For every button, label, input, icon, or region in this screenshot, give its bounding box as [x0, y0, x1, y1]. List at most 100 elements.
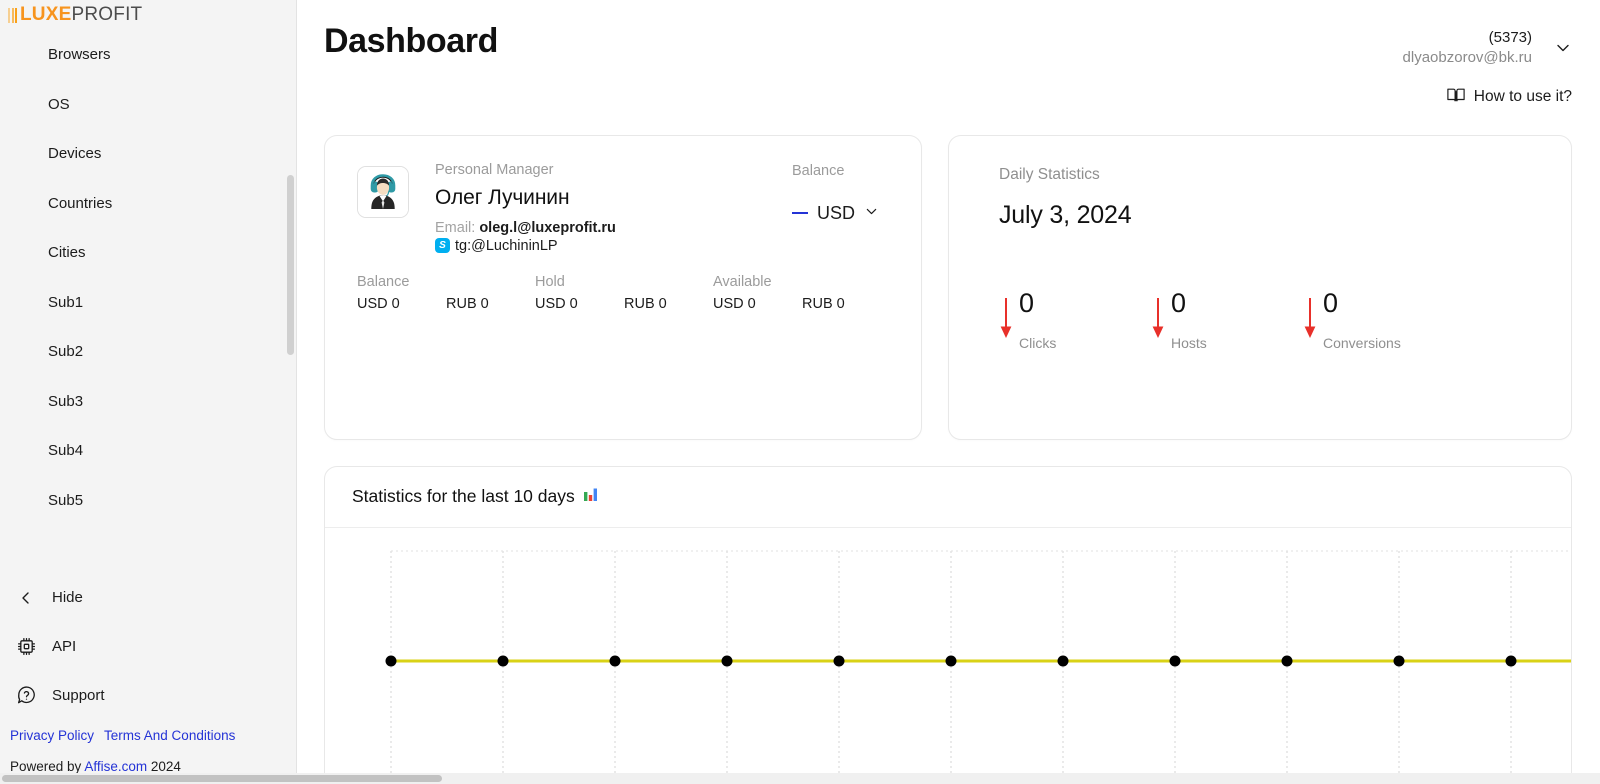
- sidebar-hide-button[interactable]: Hide: [0, 573, 296, 622]
- sidebar-vertical-scrollbar[interactable]: [287, 175, 294, 355]
- avatar: [357, 165, 409, 218]
- sidebar-api-label: API: [52, 638, 77, 655]
- main-content: Dashboard (5373) dlyaobzorov@bk.ru How t…: [297, 0, 1600, 784]
- chevron-left-icon: [14, 586, 38, 610]
- privacy-policy-link[interactable]: Privacy Policy: [10, 728, 94, 743]
- page-title: Dashboard: [324, 22, 498, 60]
- down-arrow-icon: [1151, 297, 1165, 345]
- manager-email-label: Email:: [435, 219, 476, 236]
- how-to-use-button[interactable]: How to use it?: [1447, 87, 1572, 108]
- top-bar: Dashboard (5373) dlyaobzorov@bk.ru: [324, 0, 1572, 69]
- sidebar-item-label: OS: [48, 95, 70, 113]
- sidebar-item-sub1[interactable]: Sub1: [0, 278, 296, 328]
- sidebar-item-devices[interactable]: Devices: [0, 129, 296, 179]
- chart-plot-area[interactable]: [325, 528, 1571, 784]
- hold-group-label-spacer: [624, 274, 713, 290]
- how-to-use-row: How to use it?: [324, 87, 1572, 108]
- app-root: LUXE PROFIT Browsers OS Devices Countries…: [0, 0, 1600, 784]
- available-usd-value: USD 0: [713, 295, 756, 312]
- sidebar-hide-label: Hide: [52, 589, 83, 606]
- chevron-down-icon: [864, 203, 879, 224]
- currency-select-value: USD: [816, 202, 855, 223]
- metric-label: Conversions: [1323, 334, 1401, 351]
- sidebar-item-os[interactable]: OS: [0, 80, 296, 130]
- sidebar-item-support[interactable]: Support: [0, 671, 296, 720]
- balance-group-label: Balance: [357, 273, 410, 290]
- daily-statistics-label: Daily Statistics: [999, 165, 1100, 183]
- sidebar-item-cities[interactable]: Cities: [0, 228, 296, 278]
- currency-select[interactable]: USD: [791, 202, 879, 224]
- sidebar-item-label: Countries: [48, 194, 113, 212]
- hold-group-label: Hold: [535, 273, 565, 290]
- metric-label: Clicks: [1019, 334, 1057, 351]
- personal-manager-card: Personal Manager Олег Лучинин Email: ole…: [324, 134, 922, 440]
- terms-and-conditions-link[interactable]: Terms And Conditions: [104, 728, 235, 743]
- sidebar-item-api[interactable]: API: [0, 622, 296, 671]
- user-email: dlyaobzorov@bk.ru: [1402, 49, 1532, 67]
- how-to-use-label: How to use it?: [1473, 88, 1572, 105]
- chip-icon: [14, 635, 38, 659]
- skype-icon: S: [435, 238, 450, 253]
- manager-messenger-value: tg:@LuchininLP: [455, 237, 558, 254]
- sidebar-item-label: Sub5: [48, 491, 84, 509]
- sidebar-item-label: Sub2: [48, 343, 84, 361]
- scrollbar-thumb[interactable]: [2, 775, 442, 782]
- powered-by-year: 2024: [150, 759, 181, 774]
- balance-usd-value: USD 0: [357, 295, 400, 312]
- sidebar-footer: Hide API Support Privacy Policy Terms An…: [0, 573, 296, 784]
- balance-rub-value: RUB 0: [446, 295, 489, 312]
- sidebar-item-sub4[interactable]: Sub4: [0, 426, 296, 476]
- manager-email-row: Email: oleg.l@luxeprofit.ru: [435, 220, 616, 236]
- metric-clicks: 0 Clicks: [999, 287, 1151, 351]
- metric-value: 0: [1019, 287, 1035, 318]
- balance-header-label: Balance: [791, 162, 845, 179]
- chevron-down-icon[interactable]: [1554, 39, 1572, 57]
- manager-name: Олег Лучинин: [435, 185, 570, 209]
- sidebar-item-sub2[interactable]: Sub2: [0, 327, 296, 377]
- down-arrow-icon: [1303, 297, 1317, 345]
- metric-value: 0: [1323, 287, 1339, 318]
- down-arrow-icon: [999, 297, 1013, 345]
- logo-text-secondary: PROFIT: [71, 4, 143, 25]
- logo-bars-icon: [8, 7, 17, 23]
- page-horizontal-scrollbar[interactable]: [0, 773, 1600, 784]
- sidebar-support-label: Support: [52, 687, 105, 704]
- sidebar-item-label: Sub1: [48, 293, 84, 311]
- available-group-label: Available: [713, 273, 772, 290]
- chart-gridlines: [390, 550, 1512, 784]
- powered-by-prefix: Powered by: [10, 759, 82, 774]
- sidebar-item-label: Devices: [48, 145, 102, 163]
- daily-metrics: 0 Clicks 0 Hosts 0 Conversions: [999, 287, 1571, 351]
- hold-rub-value: RUB 0: [624, 295, 667, 312]
- available-group-label-spacer: [802, 274, 891, 290]
- balance-currency-block: Balance USD: [791, 162, 879, 224]
- sidebar-item-sub5[interactable]: Sub5: [0, 476, 296, 526]
- statistics-chart-card: Statistics for the last 10 days: [324, 465, 1572, 784]
- sidebar-item-label: Cities: [48, 244, 86, 262]
- available-rub-value: RUB 0: [802, 295, 845, 312]
- metric-value: 0: [1171, 287, 1187, 318]
- metric-hosts: 0 Hosts: [1151, 287, 1303, 351]
- user-menu[interactable]: (5373) dlyaobzorov@bk.ru: [1403, 22, 1572, 69]
- affise-link[interactable]: Affise.com: [84, 759, 147, 774]
- sidebar-nav: Browsers OS Devices Countries Cities Sub…: [0, 26, 296, 573]
- manager-messenger-row[interactable]: S tg:@LuchininLP: [435, 238, 616, 254]
- chart-header: Statistics for the last 10 days: [325, 467, 1571, 528]
- brand-logo[interactable]: LUXE PROFIT: [0, 0, 296, 26]
- line-chart-svg: [385, 550, 1571, 784]
- sidebar-legal-links: Privacy Policy Terms And Conditions: [0, 720, 296, 749]
- hold-usd-value: USD 0: [535, 295, 578, 312]
- sidebar-item-countries[interactable]: Countries: [0, 179, 296, 229]
- metric-conversions: 0 Conversions: [1303, 287, 1455, 351]
- chart-title: Statistics for the last 10 days: [352, 486, 575, 506]
- sidebar-item-sub3[interactable]: Sub3: [0, 377, 296, 427]
- manager-role-label: Personal Manager: [435, 161, 554, 178]
- balance-grid: Balance Hold Available USD 0 RUB 0 USD 0…: [357, 274, 891, 312]
- daily-statistics-card: Daily Statistics July 3, 2024 0 Clicks 0…: [948, 134, 1572, 440]
- manager-email-value[interactable]: oleg.l@luxeprofit.ru: [479, 220, 616, 236]
- sidebar: LUXE PROFIT Browsers OS Devices Countries…: [0, 0, 297, 784]
- balance-group-label-spacer: [446, 274, 535, 290]
- logo-text-primary: LUXE: [20, 4, 72, 25]
- bar-chart-emoji-icon: [583, 486, 598, 507]
- sidebar-item-browsers[interactable]: Browsers: [0, 30, 296, 80]
